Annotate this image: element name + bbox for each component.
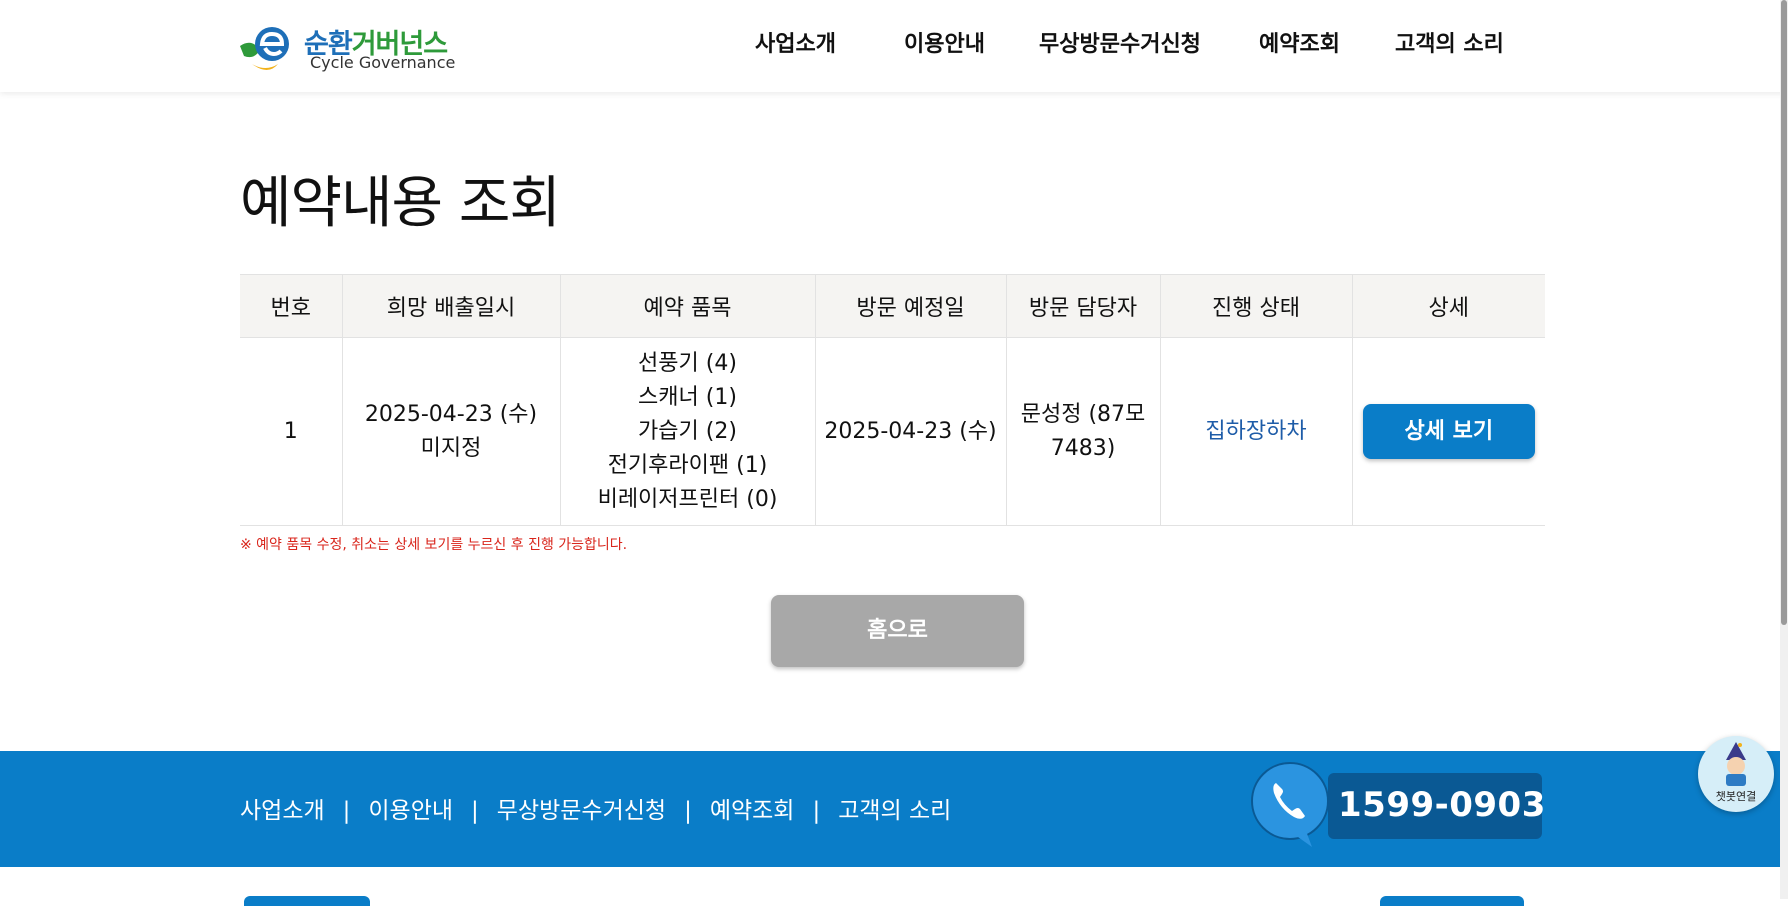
- logo-subtitle: Cycle Governance: [310, 53, 456, 72]
- nav-usage-guide[interactable]: 이용안내: [904, 26, 985, 58]
- logo-mark-icon: [240, 27, 289, 70]
- header-number: 번호: [240, 274, 342, 338]
- bottom-button-stub: [1380, 896, 1524, 906]
- phone-icon: [1251, 762, 1329, 847]
- phone-number-box[interactable]: 1599-0903: [1328, 773, 1545, 839]
- item-entry: 전기후라이팬 (1): [607, 452, 768, 478]
- table-row: 1 2025-04-23 (수) 미지정 선풍기 (4) 스캐너 (1) 가습기…: [240, 337, 1545, 526]
- footer-separator: |: [342, 798, 351, 824]
- status-link[interactable]: 집하장하차: [1205, 419, 1306, 444]
- desired-date: 2025-04-23 (수): [364, 401, 538, 427]
- header-items: 예약 품목: [559, 274, 815, 338]
- site-footer: 사업소개 | 이용안내 | 무상방문수거신청 | 예약조회 | 고객의 소리 1599-0903: [0, 751, 1788, 867]
- footer-link-customer-voice[interactable]: 고객의 소리: [838, 798, 951, 824]
- phone-number: 1599-0903: [1338, 785, 1546, 825]
- cell-desired-date: 2025-04-23 (수) 미지정: [341, 337, 560, 526]
- chatbot-character-icon: [1726, 742, 1746, 786]
- cell-status: 집하장하차: [1159, 337, 1352, 526]
- bottom-button-stub: [244, 896, 370, 906]
- edit-cancel-notice: ※ 예약 품목 수정, 취소는 상세 보기를 누르신 후 진행 가능합니다.: [240, 537, 628, 553]
- site-header: 순환거버넌스 Cycle Governance 사업소개 이용안내 무상방문수거…: [0, 0, 1788, 92]
- footer-separator: |: [684, 798, 692, 824]
- item-entry: 스캐너 (1): [638, 384, 737, 410]
- nav-free-pickup-request[interactable]: 무상방문수거신청: [1039, 26, 1201, 58]
- header-visit-date: 방문 예정일: [814, 274, 1006, 338]
- page-scrollbar[interactable]: [1780, 0, 1788, 899]
- cell-staff: 문성정 (87모 7483): [1005, 337, 1160, 526]
- site-logo[interactable]: 순환거버넌스 Cycle Governance: [238, 20, 458, 76]
- reservation-table: 번호 희망 배출일시 예약 품목 방문 예정일 방문 담당자 진행 상태 상세 …: [240, 274, 1545, 526]
- item-entry: 비레이저프린터 (0): [597, 486, 778, 512]
- nav-customer-voice[interactable]: 고객의 소리: [1395, 26, 1504, 58]
- nav-reservation-lookup[interactable]: 예약조회: [1259, 26, 1340, 58]
- item-entry: 가습기 (2): [638, 418, 737, 444]
- footer-separator: |: [812, 798, 821, 824]
- chatbot-label: 챗봇연결: [1715, 790, 1757, 803]
- footer-link-business-intro[interactable]: 사업소개: [240, 798, 325, 824]
- table-header-row: 번호 희망 배출일시 예약 품목 방문 예정일 방문 담당자 진행 상태 상세: [240, 274, 1545, 338]
- chatbot-button[interactable]: 챗봇연결: [1698, 736, 1774, 812]
- header-detail: 상세: [1351, 274, 1545, 338]
- header-desired-date: 희망 배출일시: [341, 274, 560, 338]
- footer-link-usage-guide[interactable]: 이용안내: [368, 798, 453, 824]
- cell-detail: 상세 보기: [1351, 337, 1545, 526]
- item-entry: 선풍기 (4): [638, 350, 737, 376]
- cell-items: 선풍기 (4) 스캐너 (1) 가습기 (2) 전기후라이팬 (1) 비레이저프…: [559, 337, 815, 526]
- nav-business-intro[interactable]: 사업소개: [755, 26, 836, 58]
- header-status: 진행 상태: [1159, 274, 1352, 338]
- footer-link-free-pickup-request[interactable]: 무상방문수거신청: [497, 798, 666, 824]
- footer-link-reservation-lookup[interactable]: 예약조회: [710, 798, 795, 824]
- page-title: 예약내용 조회: [240, 171, 561, 236]
- header-staff: 방문 담당자: [1005, 274, 1160, 338]
- detail-button[interactable]: 상세 보기: [1362, 404, 1535, 459]
- footer-bottom-strip: [0, 867, 1788, 899]
- cell-visit-date: 2025-04-23 (수): [814, 337, 1006, 526]
- footer-nav: 사업소개 | 이용안내 | 무상방문수거신청 | 예약조회 | 고객의 소리: [240, 791, 951, 825]
- scrollbar-thumb[interactable]: [1781, 0, 1787, 625]
- desired-time: 미지정: [420, 435, 482, 461]
- cell-number: 1: [240, 337, 342, 526]
- home-button[interactable]: 홈으로: [771, 595, 1024, 667]
- footer-separator: |: [471, 798, 479, 824]
